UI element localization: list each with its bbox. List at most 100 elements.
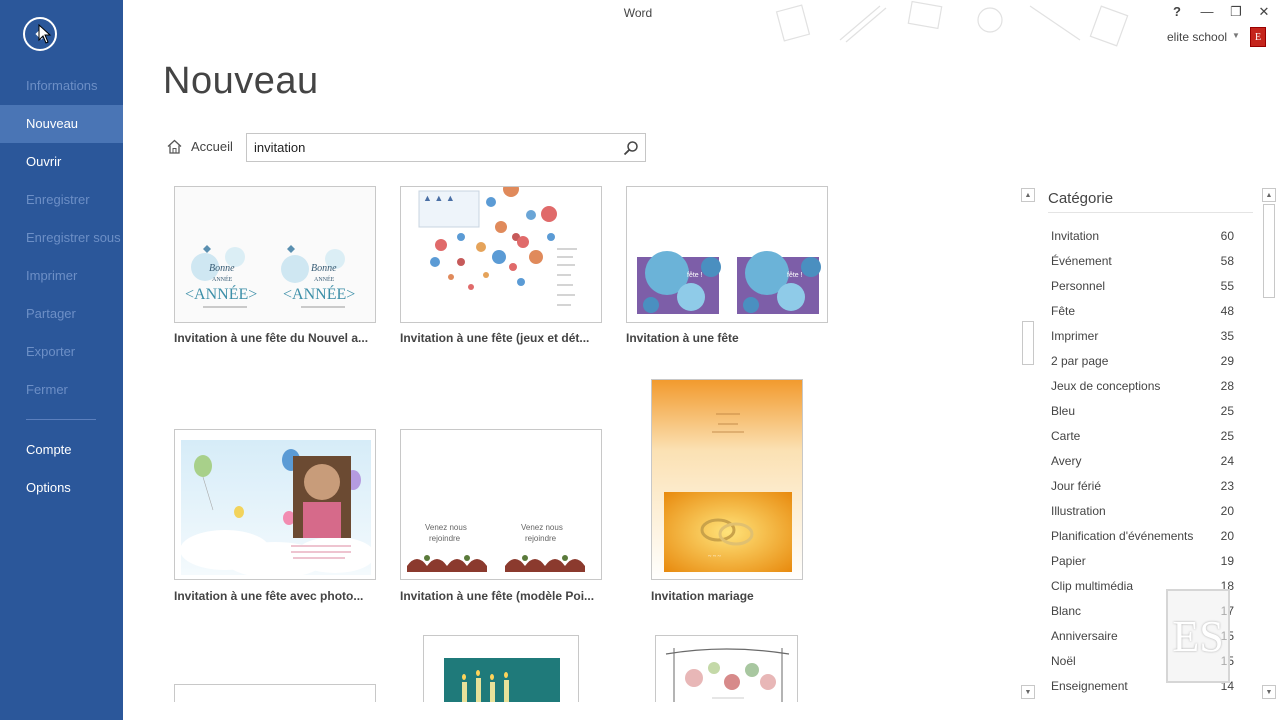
sidebar-item-fermer[interactable]: Fermer: [0, 371, 123, 409]
category-name: Carte: [1051, 429, 1081, 443]
category-item[interactable]: Jeux de conceptions 28: [1048, 374, 1238, 399]
sidebar-item-partager[interactable]: Partager: [0, 295, 123, 333]
svg-text:rejoindre: rejoindre: [429, 534, 461, 543]
category-name: Papier: [1051, 554, 1086, 568]
templates-scrollbar[interactable]: ▲ ▼: [1021, 188, 1036, 700]
category-item[interactable]: Personnel 55: [1048, 274, 1238, 299]
category-count: 58: [1220, 254, 1234, 268]
svg-text:ANNÉE: ANNÉE: [314, 275, 335, 283]
sidebar-item-ouvrir[interactable]: Ouvrir: [0, 143, 123, 181]
mouse-cursor-icon: [38, 24, 52, 44]
chevron-down-icon[interactable]: ▼: [1232, 31, 1240, 40]
search-input[interactable]: [247, 134, 617, 161]
category-scrollbar[interactable]: ▲ ▼: [1262, 188, 1276, 700]
scroll-up-arrow-icon[interactable]: ▲: [1262, 188, 1276, 202]
confetti-thumbnail-art: ▲ ▲ ▲: [401, 187, 601, 322]
category-item[interactable]: Illustration 20: [1048, 499, 1238, 524]
party-thumbnail-art: fête ! fête !: [627, 187, 827, 322]
close-button[interactable]: ✕: [1256, 4, 1272, 20]
category-count: 29: [1220, 354, 1234, 368]
svg-text:~ ~ ~: ~ ~ ~: [708, 554, 721, 560]
backstage-sidebar: Informations Nouveau Ouvrir Enregistrer …: [0, 0, 123, 720]
template-title: Invitation à une fête du Nouvel a...: [174, 331, 369, 345]
svg-text:rejoindre: rejoindre: [525, 534, 557, 543]
sidebar-item-enregistrer-sous[interactable]: Enregistrer sous: [0, 219, 123, 257]
category-item[interactable]: Événement 58: [1048, 249, 1238, 274]
photo-party-thumbnail-art: [180, 440, 375, 578]
category-name: Illustration: [1051, 504, 1106, 518]
category-item[interactable]: 2 par page 29: [1048, 349, 1238, 374]
svg-text:fête !: fête !: [787, 272, 803, 279]
category-name: Blanc: [1051, 604, 1082, 618]
title-bar-decoration: [775, 0, 1129, 47]
svg-text:▲ ▲ ▲: ▲ ▲ ▲: [423, 193, 455, 203]
account-name[interactable]: elite school: [1167, 30, 1227, 44]
category-count: 60: [1220, 229, 1234, 243]
search-icon[interactable]: [623, 140, 639, 156]
template-thumbnail: ▲ ▲ ▲: [400, 186, 602, 323]
svg-text:Bonne: Bonne: [209, 263, 235, 274]
category-name: Imprimer: [1051, 329, 1099, 343]
category-item[interactable]: Invitation 60: [1048, 224, 1238, 249]
category-count: 28: [1220, 379, 1234, 393]
category-count: 24: [1220, 454, 1234, 468]
template-grid: Bonne ANNÉE <ANNÉE> Bonne ANNÉE <ANNÉE> …: [160, 186, 1000, 702]
template-thumbnail: Bonne ANNÉE <ANNÉE> Bonne ANNÉE <ANNÉE>: [174, 186, 376, 323]
avatar[interactable]: E: [1250, 27, 1266, 47]
category-item[interactable]: Jour férié 23: [1048, 474, 1238, 499]
template-thumbnail: [423, 635, 579, 702]
home-label: Accueil: [191, 139, 233, 154]
svg-text:fête !: fête !: [687, 272, 703, 279]
ornaments-thumbnail-art: [656, 636, 797, 702]
category-name: Anniversaire: [1051, 629, 1118, 643]
scroll-down-arrow-icon[interactable]: ▼: [1021, 685, 1035, 699]
new-year-thumbnail-art: Bonne ANNÉE <ANNÉE> Bonne ANNÉE <ANNÉE>: [175, 187, 375, 322]
template-thumbnail: ~ ~ ~: [651, 379, 803, 580]
scroll-up-arrow-icon[interactable]: ▲: [1021, 188, 1035, 202]
sidebar-item-compte[interactable]: Compte: [0, 431, 123, 469]
svg-text:Bonne: Bonne: [311, 263, 337, 274]
sidebar-item-enregistrer[interactable]: Enregistrer: [0, 181, 123, 219]
svg-text:<ANNÉE>: <ANNÉE>: [185, 284, 257, 303]
wedding-thumbnail-art: ~ ~ ~: [652, 380, 802, 579]
category-name: Noël: [1051, 654, 1076, 668]
category-item[interactable]: Papier 19: [1048, 549, 1238, 574]
search-box: [246, 133, 646, 162]
category-item[interactable]: Avery 24: [1048, 449, 1238, 474]
sidebar-item-informations[interactable]: Informations: [0, 67, 123, 105]
category-item[interactable]: Fête 48: [1048, 299, 1238, 324]
category-name: Enseignement: [1051, 679, 1128, 693]
help-button[interactable]: ?: [1169, 4, 1185, 19]
category-count: 55: [1220, 279, 1234, 293]
window-title: Word: [623, 6, 653, 20]
category-item[interactable]: Planification d'événements 20: [1048, 524, 1238, 549]
category-name: Clip multimédia: [1051, 579, 1134, 593]
scroll-down-arrow-icon[interactable]: ▼: [1262, 685, 1276, 699]
restore-button[interactable]: ❐: [1228, 4, 1244, 20]
svg-text:Venez nous: Venez nous: [521, 523, 563, 532]
category-count: 25: [1220, 429, 1234, 443]
sidebar-item-exporter[interactable]: Exporter: [0, 333, 123, 371]
sidebar-item-nouveau[interactable]: Nouveau: [0, 105, 123, 143]
scrollbar-thumb[interactable]: [1022, 321, 1034, 365]
category-item[interactable]: Bleu 25: [1048, 399, 1238, 424]
sidebar-item-options[interactable]: Options: [0, 469, 123, 507]
category-item[interactable]: Carte 25: [1048, 424, 1238, 449]
home-link[interactable]: Accueil: [166, 138, 233, 155]
svg-text:ANNÉE: ANNÉE: [212, 275, 233, 283]
template-title: Invitation à une fête: [626, 331, 739, 345]
poinsettia-thumbnail-art: Venez nous rejoindre Venez nous rejoindr…: [401, 430, 601, 579]
category-count: 20: [1220, 529, 1234, 543]
scrollbar-thumb[interactable]: [1263, 204, 1275, 298]
sidebar-divider: [26, 419, 96, 420]
elite-school-watermark-logo: ES: [1166, 589, 1230, 683]
word-backstage: Informations Nouveau Ouvrir Enregistrer …: [0, 0, 1280, 720]
category-item[interactable]: Imprimer 35: [1048, 324, 1238, 349]
sidebar-item-imprimer[interactable]: Imprimer: [0, 257, 123, 295]
page-title: Nouveau: [163, 60, 319, 102]
category-divider: [1048, 212, 1253, 213]
template-thumbnail: Venez nous rejoindre Venez nous rejoindr…: [400, 429, 602, 580]
minimize-button[interactable]: —: [1199, 4, 1215, 19]
category-name: Jour férié: [1051, 479, 1102, 493]
category-name: Jeux de conceptions: [1051, 379, 1161, 393]
